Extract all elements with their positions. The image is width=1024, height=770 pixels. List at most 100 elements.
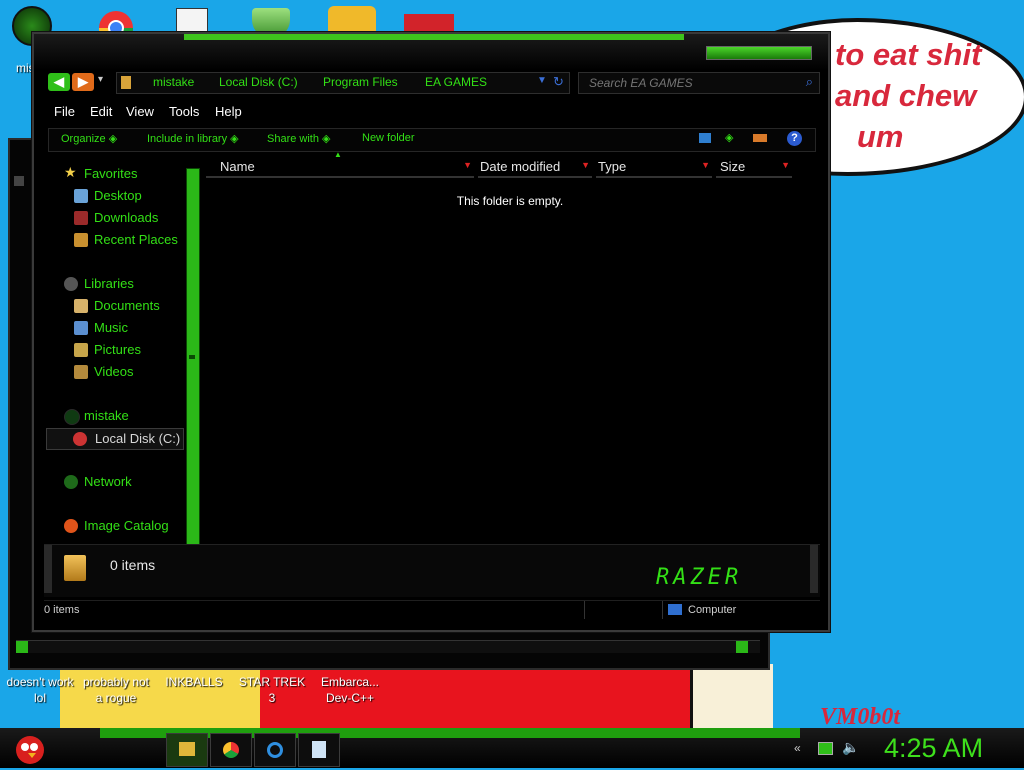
- share-with-button[interactable]: Share with ◈: [267, 132, 331, 145]
- documents-icon: [74, 299, 88, 313]
- include-in-library-button[interactable]: Include in library ◈: [147, 132, 239, 145]
- nav-computer[interactable]: mistake: [44, 406, 204, 426]
- probably-not-label: probably not a rogue: [82, 675, 150, 705]
- nav-desktop[interactable]: Desktop: [44, 186, 204, 206]
- details-right-edge: [810, 545, 818, 593]
- window-controls[interactable]: [706, 46, 812, 60]
- nav-pictures[interactable]: Pictures: [44, 340, 204, 360]
- crumb-local-disk[interactable]: Local Disk (C:): [219, 75, 298, 89]
- local-disk-icon: [73, 432, 87, 446]
- nav-libraries[interactable]: Libraries: [44, 274, 204, 294]
- folder-icon: [179, 742, 195, 756]
- desktop-icon-doesnt-work[interactable]: doesn't work lol: [0, 650, 80, 706]
- chrome-button[interactable]: [210, 733, 252, 767]
- details-left-edge: [44, 545, 52, 593]
- navigation-pane: ★ Favorites Desktop Downloads Recent Plac…: [44, 152, 204, 542]
- nav-local-disk[interactable]: Local Disk (C:): [46, 428, 184, 450]
- nav-network[interactable]: Network: [44, 472, 204, 492]
- recent-pages-icon[interactable]: ▾: [98, 74, 103, 85]
- nav-documents[interactable]: Documents: [44, 296, 204, 316]
- crumb-mistake[interactable]: mistake: [153, 75, 194, 89]
- search-box[interactable]: ⌕: [578, 72, 820, 94]
- wallpaper-signature: VM0b0t: [820, 704, 901, 730]
- forward-button[interactable]: ▶: [72, 73, 94, 91]
- network-icon: [64, 475, 78, 489]
- search-icon[interactable]: ⌕: [806, 74, 813, 90]
- crumb-program-files[interactable]: Program Files: [323, 75, 398, 89]
- scrollbar-grip[interactable]: [189, 355, 195, 359]
- title-accent: [184, 34, 684, 40]
- column-date-modified[interactable]: Date modified ▼: [478, 158, 592, 178]
- wallpaper-white: [690, 664, 773, 732]
- status-divider: [662, 601, 663, 619]
- doesnt-work-label: doesn't work lol: [6, 675, 74, 705]
- start-button[interactable]: [10, 731, 50, 765]
- devcpp-icon: [330, 650, 374, 674]
- back-button[interactable]: ◀: [48, 73, 70, 91]
- recent-places-icon: [74, 233, 88, 247]
- menu-bar: File Edit View Tools Help: [44, 100, 820, 122]
- organize-button[interactable]: Organize ◈: [61, 132, 117, 145]
- view-options-icon[interactable]: ◈: [725, 131, 733, 144]
- back-window-scroll-up[interactable]: [14, 176, 24, 186]
- inkballs-label: INKBALLS: [165, 675, 223, 689]
- doesnt-work-icon: [20, 650, 64, 674]
- address-dropdown-icon[interactable]: ▼: [537, 75, 547, 86]
- status-bar: 0 items Computer: [44, 600, 820, 619]
- desktop-icon-devcpp[interactable]: Embarca... Dev-C++: [310, 650, 390, 706]
- star-icon: ★: [64, 164, 77, 180]
- desktop-icon-inkballs[interactable]: INKBALLS: [154, 650, 234, 690]
- crumb-ea-games[interactable]: EA GAMES: [425, 75, 487, 89]
- desktop-icon-star-trek[interactable]: STAR TREK 3: [232, 650, 312, 706]
- menu-view[interactable]: View: [126, 104, 154, 119]
- command-bar: Organize ◈ Include in library ◈ Share wi…: [48, 128, 816, 152]
- star-trek-label: STAR TREK 3: [238, 675, 306, 705]
- nav-downloads[interactable]: Downloads: [44, 208, 204, 228]
- item-count: 0 items: [110, 557, 156, 573]
- nav-music[interactable]: Music: [44, 318, 204, 338]
- angry-bird-start-icon: [16, 736, 44, 764]
- nav-favorites[interactable]: ★ Favorites: [44, 164, 204, 184]
- network-tray-icon[interactable]: [818, 742, 833, 755]
- menu-tools[interactable]: Tools: [169, 104, 199, 119]
- menu-file[interactable]: File: [54, 104, 75, 119]
- title-bar[interactable]: [34, 34, 828, 70]
- column-name[interactable]: Name ▼: [206, 158, 474, 178]
- change-view-icon[interactable]: [699, 133, 711, 143]
- navigation-scrollbar[interactable]: [186, 168, 200, 546]
- column-type[interactable]: Type ▼: [596, 158, 712, 178]
- inkballs-icon: [174, 650, 218, 674]
- speech-bubble-text: to eat shit and chew um: [835, 37, 982, 154]
- volume-icon[interactable]: 🔈: [842, 739, 859, 756]
- image-catalog-icon: [64, 519, 78, 533]
- ie-icon: [267, 742, 283, 758]
- desktop-icon-probably-not[interactable]: probably not a rogue: [76, 650, 156, 706]
- nav-videos[interactable]: Videos: [44, 362, 204, 382]
- preview-pane-icon[interactable]: [753, 134, 767, 142]
- menu-help[interactable]: Help: [215, 104, 242, 119]
- libraries-icon: [64, 277, 78, 291]
- column-size[interactable]: Size ▼: [716, 158, 792, 178]
- chrome-icon: [223, 742, 239, 758]
- taskbar-clock[interactable]: 4:25 AM: [884, 733, 983, 764]
- help-icon[interactable]: ?: [787, 131, 802, 146]
- details-pane: 0 items RAZER: [44, 544, 820, 597]
- column-headers: ▲ Name ▼ Date modified ▼ Type ▼ Size ▼: [204, 150, 816, 178]
- explorer-button[interactable]: [166, 733, 208, 767]
- status-divider: [584, 601, 585, 619]
- ie-button[interactable]: [254, 733, 296, 767]
- new-folder-button[interactable]: New folder: [362, 132, 415, 144]
- menu-edit[interactable]: Edit: [90, 104, 112, 119]
- music-icon: [74, 321, 88, 335]
- notepad-button[interactable]: [298, 733, 340, 767]
- refresh-icon[interactable]: ↻: [553, 74, 564, 90]
- tray-expand-icon[interactable]: «: [794, 741, 801, 755]
- search-input[interactable]: [587, 74, 791, 92]
- navigation-bar: ◀ ▶ ▾ mistake Local Disk (C:) Program Fi…: [44, 70, 820, 96]
- notepad-icon: [312, 741, 326, 758]
- nav-recent-places[interactable]: Recent Places: [44, 230, 204, 250]
- address-bar[interactable]: mistake Local Disk (C:) Program Files EA…: [116, 72, 570, 94]
- explorer-window[interactable]: ◀ ▶ ▾ mistake Local Disk (C:) Program Fi…: [32, 32, 830, 632]
- nav-image-catalog[interactable]: Image Catalog: [44, 516, 204, 536]
- videos-icon: [74, 365, 88, 379]
